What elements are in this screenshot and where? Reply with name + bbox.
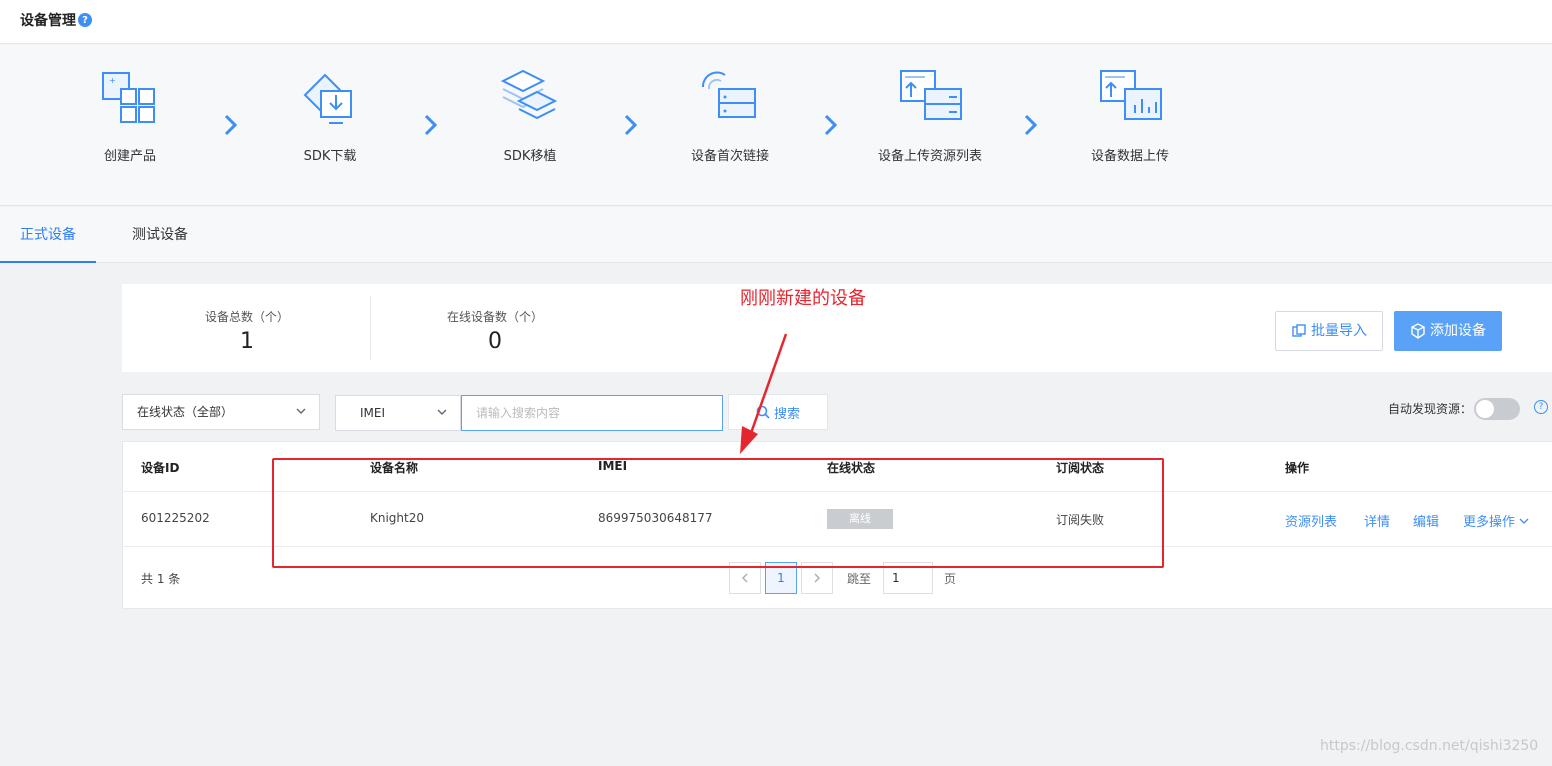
chevron-right-icon — [224, 114, 238, 136]
device-first-link-icon — [701, 71, 756, 118]
stat-value: 0 — [488, 329, 502, 354]
auto-discover-toggle[interactable] — [1474, 398, 1520, 420]
total-count: 共 1 条 — [141, 572, 181, 586]
onboarding-flow: + 创建产品 SDK下载 SDK移植 设备首次链接 设备上传资源列表 设备数据上… — [0, 45, 1552, 206]
flow-step-data-upload: 设备数据上传 — [1060, 67, 1200, 164]
help-icon[interactable]: ? — [1534, 400, 1548, 414]
device-table: 设备ID 设备名称 IMEI 在线状态 订阅状态 操作 601225202 Kn… — [122, 441, 1552, 609]
cell-subscription-status: 订阅失败 — [1056, 513, 1105, 527]
batch-import-label: 批量导入 — [1311, 323, 1367, 339]
chevron-right-icon — [424, 114, 438, 136]
more-actions-dropdown[interactable]: 更多操作 — [1463, 511, 1530, 530]
cube-icon — [1411, 323, 1425, 339]
batch-import-icon — [1292, 324, 1306, 337]
add-device-button[interactable]: 添加设备 — [1394, 311, 1502, 351]
column-header-device-id: 设备ID — [141, 461, 180, 475]
total-devices-stat: 设备总数（个） 1 — [122, 308, 372, 354]
page-number-current[interactable]: 1 — [765, 562, 797, 594]
tab-test-devices[interactable]: 测试设备 — [112, 207, 208, 263]
sdk-port-icon — [500, 69, 558, 120]
stat-value: 1 — [240, 329, 254, 354]
add-device-label: 添加设备 — [1430, 323, 1486, 339]
annotation-text: 刚刚新建的设备 — [740, 288, 866, 309]
flow-step-label: 设备上传资源列表 — [877, 149, 982, 164]
chevron-right-icon — [624, 114, 638, 136]
flow-step-label: 设备首次链接 — [690, 149, 769, 164]
details-link[interactable]: 详情 — [1364, 511, 1390, 530]
column-header-imei: IMEI — [598, 459, 628, 473]
page-suffix-label: 页 — [944, 572, 957, 586]
stat-label: 在线设备数（个） — [446, 310, 543, 324]
more-actions-label: 更多操作 — [1463, 515, 1516, 530]
search-field-select[interactable]: IMEI — [335, 395, 461, 431]
flow-step-label: SDK下载 — [303, 149, 357, 164]
chevron-right-icon — [814, 573, 820, 583]
device-tabs: 正式设备 测试设备 — [0, 207, 1552, 263]
table-row: 601225202 Knight20 869975030648177 离线 订阅… — [123, 492, 1552, 547]
column-header-device-name: 设备名称 — [370, 461, 419, 475]
chevron-right-icon — [1024, 114, 1038, 136]
top-bar: 设备管理 ? — [0, 0, 1552, 44]
prev-page-button[interactable] — [729, 562, 761, 594]
table-footer: 共 1 条 1 跳至 1 页 — [123, 548, 1552, 608]
flow-step-create-product: + 创建产品 — [60, 67, 200, 164]
chevron-down-icon — [436, 396, 448, 444]
column-header-operations: 操作 — [1285, 461, 1310, 475]
jump-page-input[interactable]: 1 — [883, 562, 933, 594]
flow-step-sdk-download: SDK下载 — [260, 67, 400, 164]
toggle-knob — [1476, 400, 1494, 418]
help-icon[interactable]: ? — [78, 13, 92, 27]
search-input[interactable] — [461, 395, 723, 431]
edit-link[interactable]: 编辑 — [1413, 511, 1439, 530]
sdk-download-icon — [303, 73, 352, 124]
flow-step-sdk-port: SDK移植 — [460, 67, 600, 164]
chevron-down-icon — [1519, 518, 1529, 524]
online-status-select-value: 在线状态（全部） — [137, 405, 234, 419]
flow-step-label: 创建产品 — [103, 149, 156, 164]
online-status-select[interactable]: 在线状态（全部） — [122, 394, 320, 430]
column-header-online-status: 在线状态 — [827, 461, 876, 475]
chevron-left-icon — [742, 573, 748, 583]
device-data-upload-icon — [1100, 70, 1162, 120]
auto-discover-label: 自动发现资源： — [1388, 402, 1473, 416]
chevron-down-icon — [295, 395, 307, 443]
annotation-arrow-icon — [740, 333, 788, 454]
table-header: 设备ID 设备名称 IMEI 在线状态 订阅状态 操作 — [123, 442, 1552, 492]
search-field-select-value: IMEI — [360, 406, 386, 420]
batch-import-button[interactable]: 批量导入 — [1275, 311, 1383, 351]
resource-list-link[interactable]: 资源列表 — [1285, 511, 1337, 530]
flow-step-label: SDK移植 — [503, 149, 557, 164]
page-title-text: 设备管理 — [20, 13, 76, 29]
flow-step-first-link: 设备首次链接 — [660, 67, 800, 164]
chevron-right-icon — [824, 114, 838, 136]
cell-device-name: Knight20 — [370, 511, 425, 525]
jump-to-label: 跳至 — [847, 572, 872, 586]
cell-device-id: 601225202 — [141, 511, 210, 525]
online-devices-stat: 在线设备数（个） 0 — [370, 308, 620, 354]
page-title: 设备管理 ? — [20, 10, 92, 30]
flow-step-label: 设备数据上传 — [1090, 149, 1169, 164]
create-product-icon: + — [102, 72, 155, 123]
column-header-subscription-status: 订阅状态 — [1056, 461, 1105, 475]
stat-label: 设备总数（个） — [204, 310, 289, 324]
device-upload-resource-icon — [900, 70, 962, 120]
tab-formal-devices[interactable]: 正式设备 — [0, 207, 96, 263]
flow-step-upload-resource: 设备上传资源列表 — [860, 67, 1000, 164]
next-page-button[interactable] — [801, 562, 833, 594]
svg-text:+: + — [109, 76, 116, 85]
watermark: https://blog.csdn.net/qishi3250 — [1320, 738, 1539, 754]
status-badge: 离线 — [827, 509, 893, 529]
cell-imei: 869975030648177 — [598, 511, 713, 525]
